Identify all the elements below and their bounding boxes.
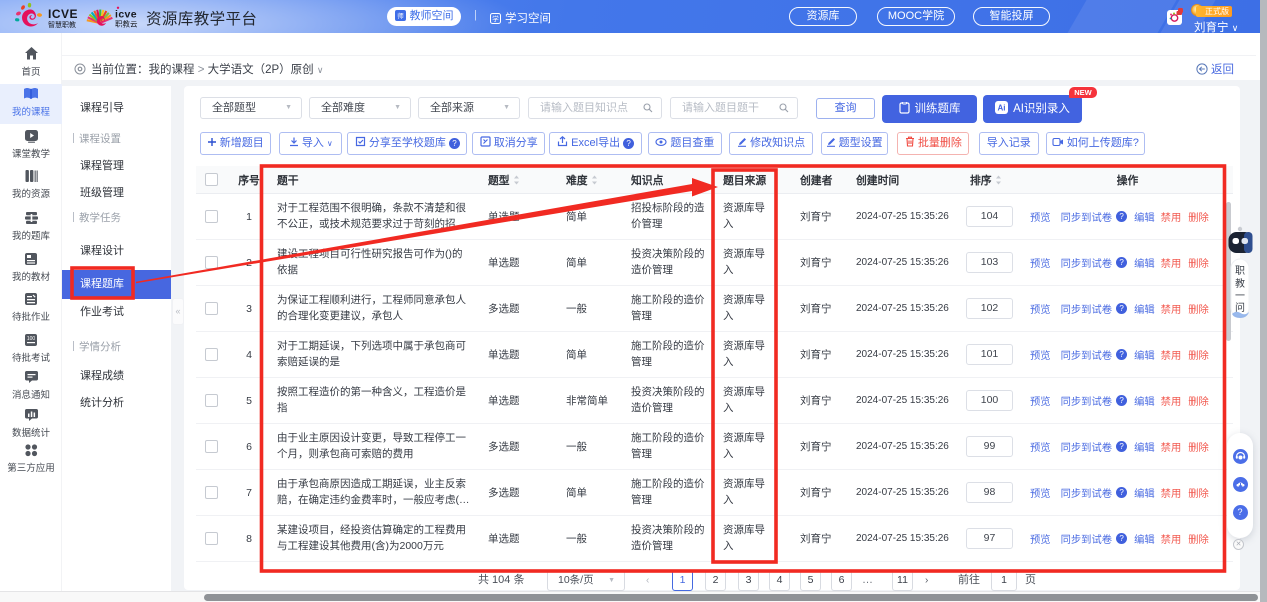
svg-text:教: 教 (1235, 277, 1245, 290)
svg-text:学: 学 (492, 14, 499, 23)
svg-text:智慧职教: 智慧职教 (48, 20, 76, 29)
svg-text:职: 职 (1235, 265, 1245, 277)
svg-text:100: 100 (27, 336, 36, 342)
svg-text:师: 师 (397, 11, 404, 20)
svg-text:Ai: Ai (998, 104, 1006, 113)
svg-text:一: 一 (1235, 291, 1245, 302)
svg-text:职教云: 职教云 (115, 19, 138, 29)
svg-text:ICVE: ICVE (48, 7, 78, 21)
